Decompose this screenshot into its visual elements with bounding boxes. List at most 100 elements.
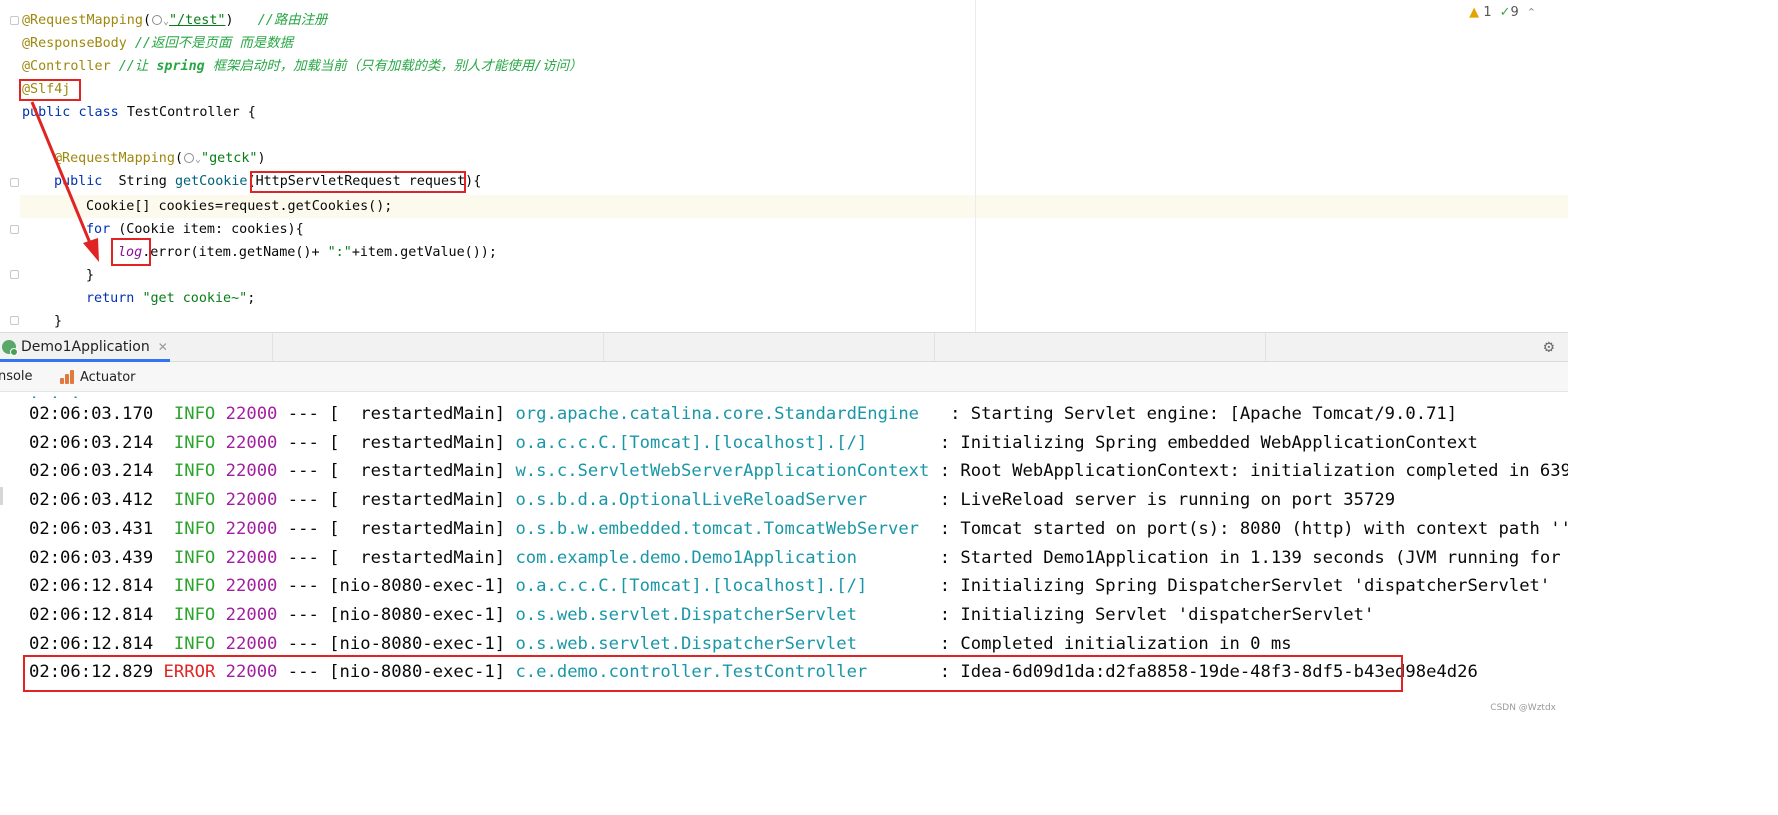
log-time: 02:06:03.412 (29, 490, 154, 511)
log-row: 02:06:03.431 INFO 22000 --- [ restartedM… (29, 515, 1568, 543)
code-line[interactable]: } (54, 310, 62, 332)
run-tool-window-header: Demo1Application ✕ ⚙ (0, 332, 1568, 362)
log-separator: --- (287, 518, 319, 539)
log-level: INFO (173, 432, 216, 453)
log-row: 02:06:03.214 INFO 22000 --- [ restartedM… (29, 429, 1478, 457)
log-row: 02:06:03.412 INFO 22000 --- [ restartedM… (29, 486, 1395, 514)
watermark: CSDN @Wztdx (1490, 703, 1556, 713)
log-row: 02:06:12.814 INFO 22000 --- [nio-8080-ex… (29, 601, 1374, 629)
log-pid: 22000 (225, 576, 278, 597)
log-pid: 22000 (225, 604, 278, 625)
log-thread: [nio-8080-exec-1] (329, 633, 506, 654)
log-time: 02:06:12.814 (29, 576, 154, 597)
log-message: : Initializing Servlet 'dispatcherServle… (939, 604, 1375, 625)
code-line[interactable]: return "get cookie~"; (86, 287, 255, 310)
log-logger[interactable]: org.apache.catalina.core.StandardEngine (515, 404, 939, 424)
log-thread: [ restartedMain] (329, 404, 506, 424)
console-subtabs: onsole Actuator (0, 362, 1568, 392)
log-logger[interactable]: o.s.web.servlet.DispatcherServlet (515, 634, 929, 654)
tab-actuator[interactable]: Actuator (60, 362, 136, 392)
log-separator: --- (287, 576, 319, 597)
warning-triangle-icon: ▲ (1469, 5, 1480, 20)
fold-marker[interactable] (10, 316, 19, 325)
code-editor[interactable]: @RequestMapping(⌄"/test") //路由注册 @Respon… (0, 0, 1568, 332)
log-level: INFO (173, 547, 216, 568)
divider (603, 333, 604, 361)
chevron-up-icon[interactable]: ⌃ (1527, 6, 1536, 19)
warning-count[interactable]: ▲ 1 (1469, 5, 1491, 20)
code-line[interactable]: log.error(item.getName()+ ":"+item.getVa… (118, 241, 497, 264)
log-message: : Root WebApplicationContext: initializa… (939, 461, 1568, 482)
checkmark-icon: ✓ (1499, 5, 1511, 20)
truncated-log-row: . . . (29, 392, 81, 398)
log-logger[interactable]: o.a.c.c.C.[Tomcat].[localhost].[/] (515, 433, 929, 453)
log-separator: --- (287, 604, 319, 625)
log-thread: [ restartedMain] (329, 547, 506, 568)
log-thread: [nio-8080-exec-1] (329, 604, 506, 625)
log-separator: --- (287, 461, 319, 482)
log-pid: 22000 (225, 404, 278, 424)
log-pid: 22000 (225, 432, 278, 453)
log-message: : LiveReload server is running on port 3… (939, 490, 1396, 511)
log-row: 02:06:03.214 INFO 22000 --- [ restartedM… (29, 457, 1568, 485)
tab-console[interactable]: onsole (0, 362, 33, 392)
divider (272, 333, 273, 361)
log-separator: --- (287, 547, 319, 568)
log-thread: [ restartedMain] (329, 432, 506, 453)
log-pid: 22000 (225, 518, 278, 539)
log-pid: 22000 (225, 461, 278, 482)
log-thread: [nio-8080-exec-1] (329, 576, 506, 597)
log-level: INFO (173, 490, 216, 511)
divider (934, 333, 935, 361)
close-icon[interactable]: ✕ (158, 340, 168, 354)
log-logger[interactable]: o.a.c.c.C.[Tomcat].[localhost].[/] (515, 576, 929, 596)
log-level: INFO (173, 518, 216, 539)
log-time: 02:06:12.814 (29, 633, 154, 654)
pointer-arrow (30, 101, 99, 262)
fold-marker[interactable] (10, 270, 19, 279)
log-logger[interactable]: o.s.b.d.a.OptionalLiveReloadServer (515, 490, 929, 510)
log-thread: [ restartedMain] (329, 461, 506, 482)
typo-count[interactable]: ✓9 (1500, 5, 1519, 20)
scroll-marker (0, 487, 3, 505)
log-level: INFO (173, 576, 216, 597)
log-message: : Started Demo1Application in 1.139 seco… (939, 547, 1568, 568)
log-time: 02:06:03.214 (29, 432, 154, 453)
log-message: : Initializing Spring DispatcherServlet … (939, 576, 1551, 597)
log-logger[interactable]: com.example.demo.Demo1Application (515, 548, 929, 568)
log-row: 02:06:12.814 INFO 22000 --- [nio-8080-ex… (29, 572, 1550, 600)
console-output[interactable]: . . . 02:06:03.170 INFO 22000 --- [ rest… (0, 392, 1568, 719)
log-message: : Starting Servlet engine: [Apache Tomca… (950, 404, 1458, 424)
log-row: 02:06:03.170 INFO 22000 --- [ restartedM… (29, 400, 1457, 428)
log-logger[interactable]: w.s.c.ServletWebServerApplicationContext (515, 461, 929, 481)
spring-run-icon (2, 340, 18, 356)
right-margin-guide (975, 0, 976, 332)
log-thread: [ restartedMain] (329, 490, 506, 511)
log-pid: 22000 (225, 490, 278, 511)
log-time: 02:06:03.439 (29, 547, 154, 568)
log-level: INFO (173, 461, 216, 482)
log-logger[interactable]: o.s.web.servlet.DispatcherServlet (515, 605, 929, 625)
web-globe-icon (184, 153, 194, 163)
highlight-box-error-row (23, 655, 1403, 692)
log-message: : Initializing Spring embedded WebApplic… (939, 432, 1478, 453)
log-time: 02:06:03.214 (29, 461, 154, 482)
log-separator: --- (287, 490, 319, 511)
log-time: 02:06:03.431 (29, 518, 154, 539)
log-pid: 22000 (225, 547, 278, 568)
log-pid: 22000 (225, 633, 278, 654)
inspection-widget[interactable]: ▲ 1 ✓9 ⌃ (1469, 5, 1536, 20)
log-thread: [ restartedMain] (329, 518, 506, 539)
log-logger[interactable]: o.s.b.w.embedded.tomcat.TomcatWebServer (515, 519, 929, 539)
tab-demo1application[interactable]: Demo1Application ✕ (0, 333, 170, 362)
actuator-icon (60, 370, 74, 384)
log-row: 02:06:12.814 INFO 22000 --- [nio-8080-ex… (29, 630, 1292, 658)
log-message: : Completed initialization in 0 ms (939, 633, 1292, 654)
log-message: : Tomcat started on port(s): 8080 (http)… (939, 518, 1568, 539)
log-separator: --- (287, 432, 319, 453)
log-level: INFO (173, 404, 216, 424)
log-time: 02:06:12.814 (29, 604, 154, 625)
gear-icon[interactable]: ⚙ (1544, 337, 1554, 357)
log-level: INFO (173, 604, 216, 625)
divider (1265, 333, 1266, 361)
